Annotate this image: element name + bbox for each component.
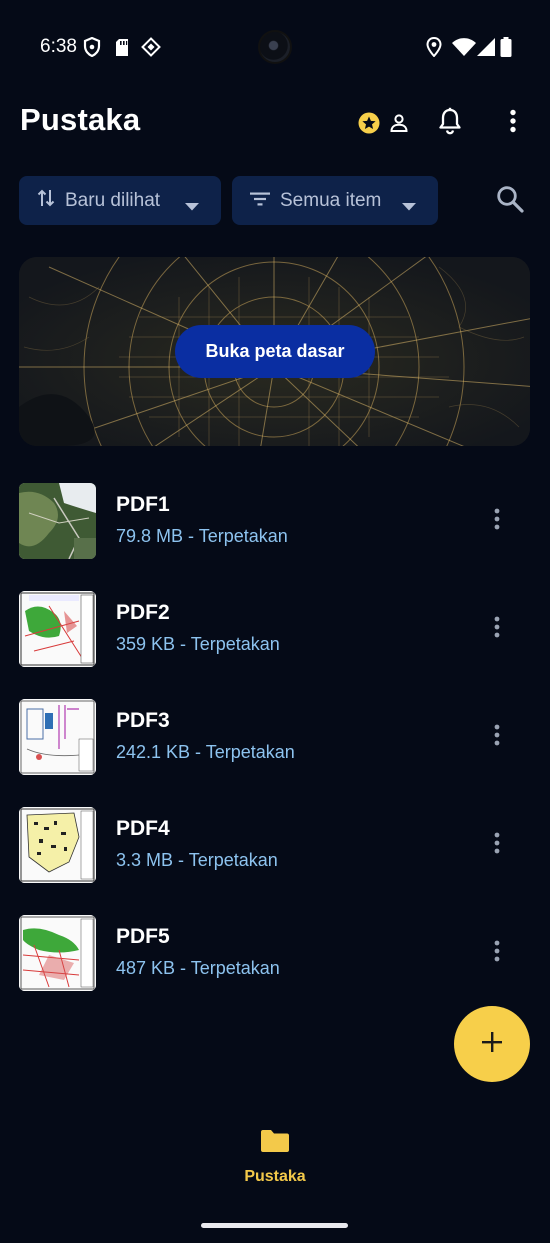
filter-label: Semua item xyxy=(280,189,382,211)
page-title: Pustaka xyxy=(20,102,141,137)
item-more-button[interactable] xyxy=(484,505,510,537)
chevron-down-icon xyxy=(402,195,416,217)
file-meta: 487 KB - Terpetakan xyxy=(116,958,280,978)
pdf-thumbnail xyxy=(19,591,96,667)
front-camera xyxy=(258,30,292,64)
file-meta: 3.3 MB - Terpetakan xyxy=(116,850,278,870)
chevron-down-icon xyxy=(185,195,199,217)
filter-dropdown[interactable]: Semua item xyxy=(232,176,438,225)
more-vertical-icon xyxy=(494,724,500,751)
library-screen: 6:38 Pustaka Baru dilihat Semua item Buk… xyxy=(0,0,550,1243)
location-icon xyxy=(424,37,444,57)
list-item[interactable]: PDF5 487 KB - Terpetakan xyxy=(0,915,550,1015)
pdf-thumbnail xyxy=(19,483,96,559)
item-more-button[interactable] xyxy=(484,613,510,645)
plus-icon xyxy=(481,1031,503,1058)
item-more-button[interactable] xyxy=(484,937,510,969)
more-vertical-icon xyxy=(509,109,517,138)
sd-card-icon xyxy=(112,37,132,57)
notifications-bell-icon xyxy=(437,107,463,140)
notifications-button[interactable] xyxy=(434,106,466,140)
item-more-button[interactable] xyxy=(484,721,510,753)
item-more-button[interactable] xyxy=(484,829,510,861)
pdf-thumbnail xyxy=(19,915,96,991)
file-meta: 79.8 MB - Terpetakan xyxy=(116,526,288,546)
file-name: PDF4 xyxy=(116,817,170,840)
signal-icon xyxy=(476,37,496,57)
more-vertical-icon xyxy=(494,832,500,859)
file-meta: 359 KB - Terpetakan xyxy=(116,634,280,654)
more-vertical-icon xyxy=(494,616,500,643)
search-icon xyxy=(496,185,524,218)
more-options-button[interactable] xyxy=(500,106,526,140)
sort-label: Baru dilihat xyxy=(65,189,161,211)
pdf-thumbnail xyxy=(19,699,96,775)
shield-icon xyxy=(82,37,102,57)
file-name: PDF5 xyxy=(116,925,170,948)
folder-icon xyxy=(260,1129,290,1158)
list-item[interactable]: PDF4 3.3 MB - Terpetakan xyxy=(0,807,550,907)
list-item[interactable]: PDF1 79.8 MB - Terpetakan xyxy=(0,483,550,583)
pdf-thumbnail xyxy=(19,807,96,883)
list-item[interactable]: PDF2 359 KB - Terpetakan xyxy=(0,591,550,691)
open-basemap-button[interactable]: Buka peta dasar xyxy=(175,325,375,378)
sort-arrows-icon xyxy=(37,188,55,214)
search-button[interactable] xyxy=(492,183,528,219)
premium-account-button[interactable] xyxy=(355,108,413,138)
nav-tab-library[interactable]: Pustaka xyxy=(220,1122,330,1192)
more-vertical-icon xyxy=(494,508,500,535)
list-item[interactable]: PDF3 242.1 KB - Terpetakan xyxy=(0,699,550,799)
nav-label: Pustaka xyxy=(244,1168,306,1185)
file-name: PDF1 xyxy=(116,493,170,516)
account-icon xyxy=(389,113,409,138)
status-time: 6:38 xyxy=(40,36,77,57)
filter-lines-icon xyxy=(250,190,270,212)
status-bar: 6:38 xyxy=(0,0,550,92)
file-name: PDF2 xyxy=(116,601,170,624)
wifi-icon xyxy=(452,37,476,57)
home-indicator[interactable] xyxy=(201,1223,348,1228)
file-name: PDF3 xyxy=(116,709,170,732)
add-file-button[interactable] xyxy=(454,1006,530,1082)
file-meta: 242.1 KB - Terpetakan xyxy=(116,742,295,762)
sort-dropdown[interactable]: Baru dilihat xyxy=(19,176,221,225)
premium-star-icon xyxy=(358,112,380,139)
battery-icon xyxy=(499,37,513,57)
more-vertical-icon xyxy=(494,940,500,967)
vpn-diamond-icon xyxy=(141,37,161,57)
